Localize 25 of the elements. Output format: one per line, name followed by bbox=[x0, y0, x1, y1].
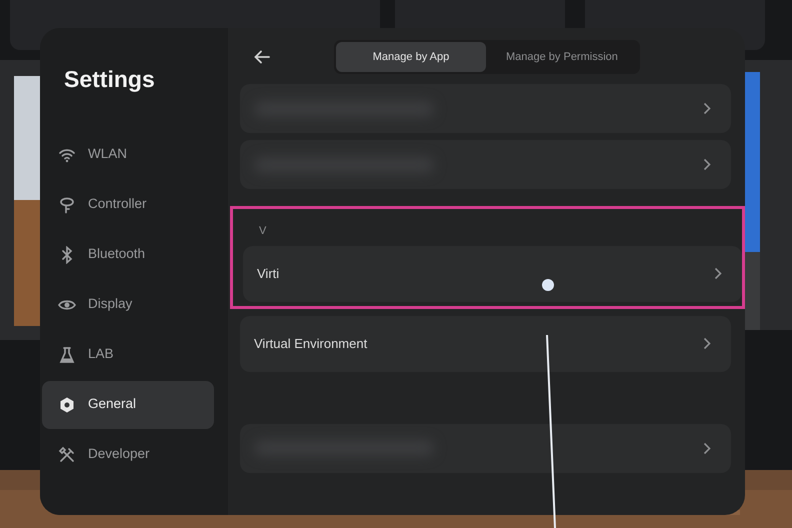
chevron-right-icon bbox=[703, 442, 711, 454]
settings-title: Settings bbox=[64, 65, 156, 94]
sidebar-item[interactable]: Controller bbox=[42, 180, 214, 228]
tab[interactable]: Manage by App bbox=[336, 42, 486, 72]
chevron-right-icon bbox=[703, 337, 711, 350]
sidebar-item[interactable]: Developer bbox=[42, 430, 214, 478]
sidebar-item[interactable]: Bluetooth bbox=[42, 230, 214, 278]
sidebar-item[interactable]: General bbox=[42, 380, 214, 428]
list-row[interactable] bbox=[240, 140, 731, 189]
list-row[interactable] bbox=[240, 424, 731, 472]
gear-icon bbox=[58, 396, 76, 414]
tools-icon bbox=[58, 446, 76, 464]
flask-icon bbox=[58, 346, 76, 364]
sidebar-item[interactable]: Display bbox=[42, 280, 214, 328]
list-row[interactable] bbox=[240, 84, 731, 133]
chevron-right-icon bbox=[714, 267, 722, 280]
sidebar-item[interactable]: LAB bbox=[42, 330, 214, 378]
chevron-right-icon bbox=[703, 158, 711, 171]
controller-icon bbox=[58, 196, 76, 214]
app-row[interactable]: Virtual Environment bbox=[240, 316, 731, 372]
section-header: V bbox=[258, 224, 268, 239]
app-row[interactable]: Virti bbox=[243, 246, 742, 302]
tab[interactable]: Manage by Permission bbox=[486, 42, 638, 72]
chevron-right-icon bbox=[703, 102, 711, 115]
sidebar-item[interactable]: WLAN bbox=[42, 130, 214, 178]
